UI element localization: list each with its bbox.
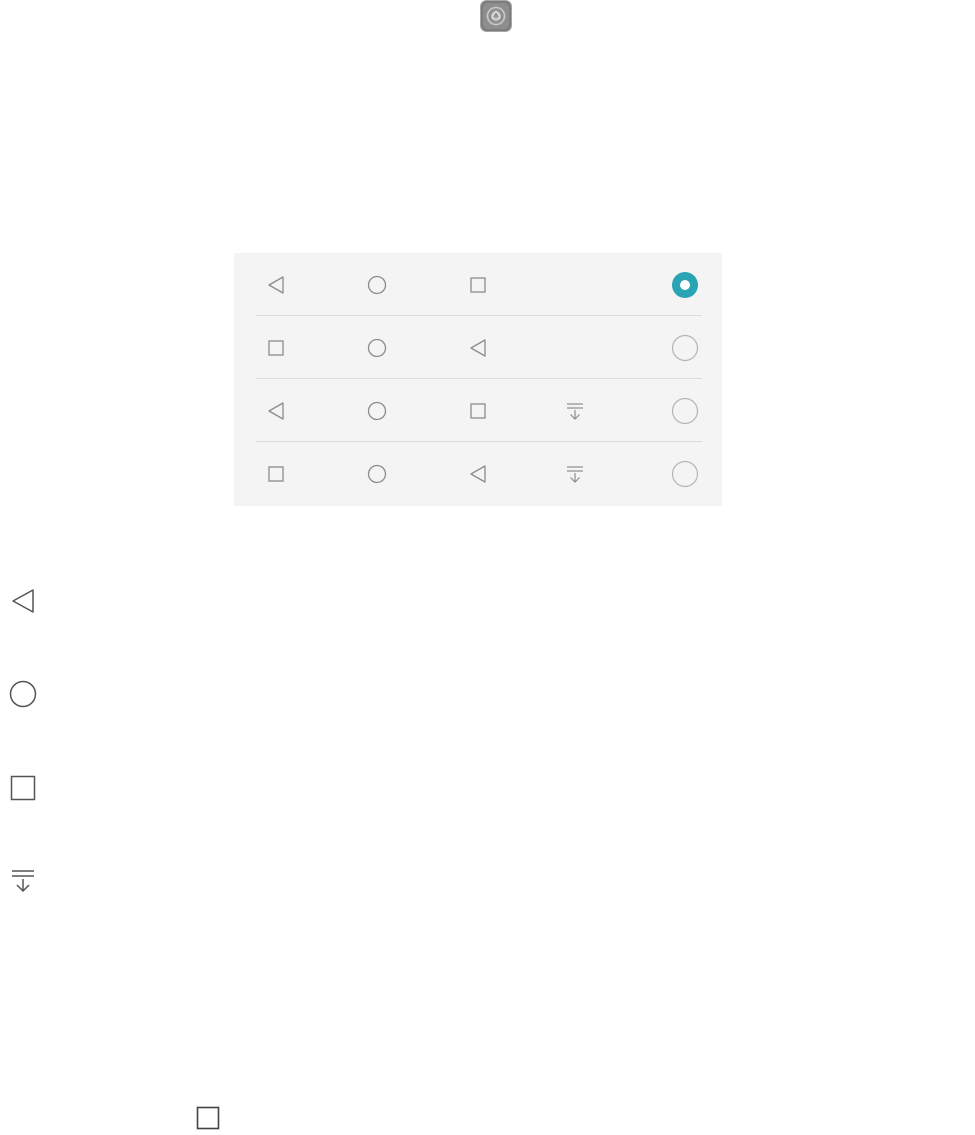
nav-bar-option-1[interactable]: [234, 253, 722, 316]
home-icon: [366, 463, 388, 485]
home-icon: [366, 400, 388, 422]
recents-icon: [467, 400, 489, 422]
notification-pulldown-icon: [564, 400, 586, 422]
home-icon: [9, 680, 37, 708]
radio-unselected[interactable]: [671, 460, 699, 488]
notification-pulldown-icon: [9, 866, 37, 894]
back-icon: [265, 274, 287, 296]
nav-bar-option-2[interactable]: [234, 316, 722, 379]
settings-app-icon: [480, 0, 512, 32]
home-icon: [366, 337, 388, 359]
radio-unselected[interactable]: [671, 397, 699, 425]
radio-unselected[interactable]: [671, 334, 699, 362]
recents-icon: [467, 274, 489, 296]
back-icon: [467, 463, 489, 485]
recents-icon: [9, 774, 37, 802]
recents-icon-inline: [196, 1106, 220, 1130]
home-icon: [366, 274, 388, 296]
nav-bar-option-3[interactable]: [234, 379, 722, 442]
back-icon: [9, 587, 37, 615]
notification-pulldown-icon: [564, 463, 586, 485]
back-icon: [265, 400, 287, 422]
nav-bar-option-4[interactable]: [234, 442, 722, 505]
navigation-bar-options: [234, 253, 722, 506]
recents-icon: [265, 463, 287, 485]
radio-selected[interactable]: [671, 271, 699, 299]
recents-icon: [265, 337, 287, 359]
back-icon: [467, 337, 489, 359]
